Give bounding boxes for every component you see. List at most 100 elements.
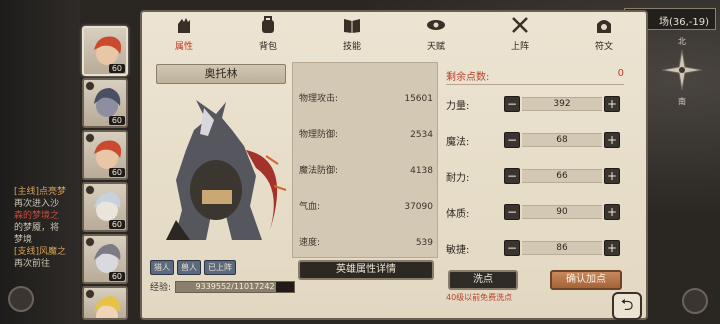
remaining-points-label: 剩余点数: xyxy=(446,72,490,83)
decrease-button[interactable]: − xyxy=(504,204,520,220)
quest-line[interactable]: 森的梦境之 xyxy=(14,210,84,222)
attribute-value: 68 xyxy=(522,133,602,147)
quest-line[interactable]: [支线]风魔之 xyxy=(14,246,84,258)
hero-level: 60 xyxy=(108,220,125,229)
stat-value: 15601 xyxy=(404,94,433,104)
attribute-label: 敏捷: xyxy=(446,244,470,256)
attribute-label: 力量: xyxy=(446,100,470,112)
increase-button[interactable]: + xyxy=(604,240,620,256)
tag-badge: 兽人 xyxy=(177,260,201,275)
book-icon xyxy=(344,19,360,33)
increase-button[interactable]: + xyxy=(604,204,620,220)
confirm-points-button[interactable]: 确认加点 xyxy=(550,270,622,290)
quest-line[interactable]: [主线]点亮梦 xyxy=(14,186,84,198)
attribute-row-magic: 魔法: − 68 + xyxy=(446,130,622,150)
backpack-icon xyxy=(262,16,274,33)
stat-row: 魔法防御: 4138 xyxy=(299,161,433,181)
tab-label: 符文 xyxy=(594,42,613,52)
quest-line: 梦境 xyxy=(14,235,33,245)
tab-skills[interactable]: 技能 xyxy=(310,12,394,52)
right-corner-button[interactable] xyxy=(682,288,708,314)
free-reset-note: 40级以前免费洗点 xyxy=(446,293,513,302)
exp-bar: 9339552/11017242 xyxy=(175,280,296,293)
tab-label: 技能 xyxy=(342,42,361,52)
increase-button[interactable]: + xyxy=(604,168,620,184)
attribute-label: 体质: xyxy=(446,208,470,220)
tab-bar: 属性 背包 技能 天赋 上阵 符文 xyxy=(142,12,646,52)
tab-talent[interactable]: 天赋 xyxy=(394,12,478,52)
hero-card[interactable]: 60 xyxy=(82,182,128,232)
decrease-button[interactable]: − xyxy=(504,96,520,112)
stat-row: 物理防御: 2534 xyxy=(299,125,433,145)
reset-points-button[interactable]: 洗点 xyxy=(448,270,518,290)
eye-icon xyxy=(427,20,445,30)
tab-backpack[interactable]: 背包 xyxy=(226,12,310,52)
tab-label: 属性 xyxy=(174,42,193,52)
exp-text: 9339552/11017242 xyxy=(195,281,275,291)
exp-label: 经验: xyxy=(150,283,172,293)
quest-tracker: [主线]点亮梦 再次进入沙 森的梦境之 的梦魇，将 梦境 [支线]风魔之 再次前… xyxy=(0,0,80,324)
stat-row: 气血: 37090 xyxy=(299,197,433,217)
back-button[interactable]: ⮌ xyxy=(612,292,642,320)
attribute-value: 90 xyxy=(522,205,602,219)
tab-label: 天赋 xyxy=(426,42,445,52)
stats-panel: 物理攻击: 15601 物理防御: 2534 魔法防御: 4138 气血: 37… xyxy=(292,62,438,258)
increase-button[interactable]: + xyxy=(604,96,620,112)
tab-runes[interactable]: 符文 xyxy=(562,12,646,52)
quest-line: 再次进入沙 xyxy=(14,199,60,209)
hero-artwork xyxy=(166,100,287,240)
tab-label: 背包 xyxy=(258,42,277,52)
hero-card[interactable] xyxy=(82,286,128,320)
tab-deploy[interactable]: 上阵 xyxy=(478,12,562,52)
rune-icon xyxy=(597,20,611,33)
tab-attributes[interactable]: 属性 xyxy=(142,12,226,52)
left-corner-button[interactable] xyxy=(8,286,34,312)
hero-panel: 属性 背包 技能 天赋 上阵 符文 奥托林 猎人 兽人 已上阵 经验: 9339… xyxy=(140,10,648,320)
hero-name: 奥托林 xyxy=(156,64,286,84)
hero-portrait xyxy=(94,296,121,318)
stat-label: 速度: xyxy=(299,238,321,248)
tab-label: 上阵 xyxy=(510,42,529,52)
stat-label: 物理攻击: xyxy=(299,94,339,104)
stat-value: 539 xyxy=(415,238,433,248)
decrease-button[interactable]: − xyxy=(504,132,520,148)
hero-card[interactable]: 60 xyxy=(82,78,128,128)
tag-badge: 猎人 xyxy=(150,260,174,275)
stat-value: 37090 xyxy=(404,202,433,212)
stat-value: 2534 xyxy=(410,130,433,140)
quest-line: 的梦魇，将 xyxy=(14,223,60,233)
hero-details-button[interactable]: 英雄属性详情 xyxy=(298,260,434,280)
hero-tags: 猎人 兽人 已上阵 xyxy=(150,260,236,275)
attribute-row-endurance: 耐力: − 66 + xyxy=(446,166,622,186)
hero-level: 60 xyxy=(108,272,125,281)
attribute-row-agility: 敏捷: − 86 + xyxy=(446,238,622,258)
fist-icon xyxy=(178,18,190,33)
remaining-points-value: 0 xyxy=(617,68,624,79)
hero-card[interactable]: 60 xyxy=(82,26,128,76)
quest-line: 再次前往 xyxy=(14,259,51,269)
attribute-value: 392 xyxy=(522,97,602,111)
compass-rose-icon xyxy=(661,49,703,91)
stat-label: 气血: xyxy=(299,202,321,212)
hero-card[interactable]: 60 xyxy=(82,130,128,180)
attribute-row-constitution: 体质: − 90 + xyxy=(446,202,622,222)
decrease-button[interactable]: − xyxy=(504,168,520,184)
tag-badge: 已上阵 xyxy=(204,260,236,275)
decrease-button[interactable]: − xyxy=(504,240,520,256)
attribute-value: 66 xyxy=(522,169,602,183)
hero-level: 60 xyxy=(108,168,125,177)
hero-card[interactable]: 60 xyxy=(82,234,128,284)
attribute-label: 魔法: xyxy=(446,136,470,148)
compass: 北 南 xyxy=(654,36,710,110)
attribute-row-strength: 力量: − 392 + xyxy=(446,94,622,114)
stat-value: 4138 xyxy=(410,166,433,176)
attribute-points-panel: 剩余点数: 0 力量: − 392 + 魔法: − 68 + 耐力: − 66 … xyxy=(442,62,642,322)
hero-level: 60 xyxy=(108,116,125,125)
stat-row: 速度: 539 xyxy=(299,233,433,253)
hero-list: 60 60 60 60 60 xyxy=(82,10,130,320)
increase-button[interactable]: + xyxy=(604,132,620,148)
stat-label: 魔法防御: xyxy=(299,166,339,176)
compass-north-label: 北 xyxy=(678,37,686,46)
stat-label: 物理防御: xyxy=(299,130,339,140)
crossed-swords-icon xyxy=(512,17,528,33)
